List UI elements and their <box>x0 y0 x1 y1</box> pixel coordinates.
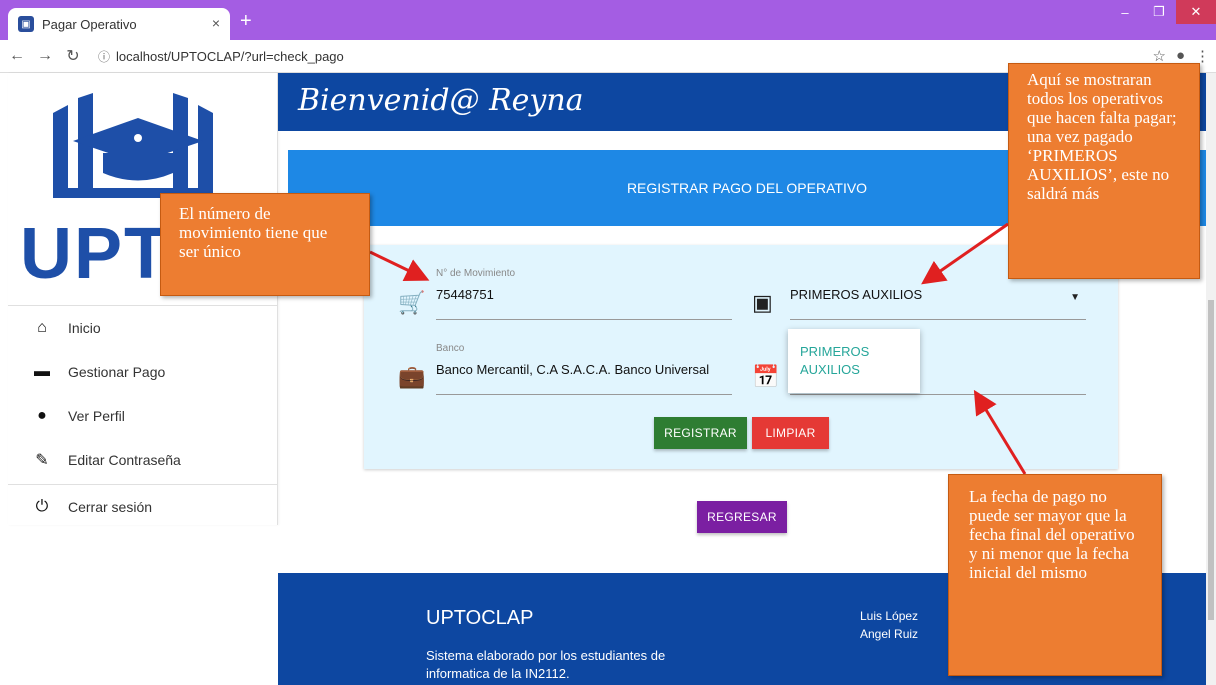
arrow-2 <box>921 222 1009 285</box>
callout-operativos: Aquí se mostraran todos los operativos q… <box>1008 63 1200 279</box>
arrow-1 <box>369 250 430 282</box>
callout-movimiento: El número de movimiento tiene que ser ún… <box>160 193 370 296</box>
callout-fecha: La fecha de pago no puede ser mayor que … <box>948 474 1162 676</box>
arrow-3 <box>973 389 1027 475</box>
